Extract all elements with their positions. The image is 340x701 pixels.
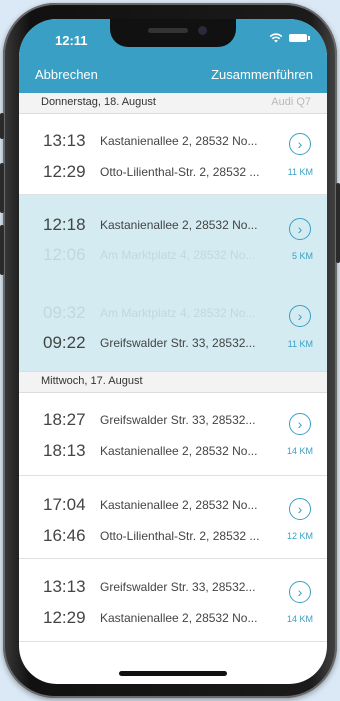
trip-end-row: 16:46 Otto-Lilienthal-Str. 2, 28532 ... [19,526,327,548]
battery-icon [289,34,310,42]
trip-card[interactable]: 17:04 Kastanienallee 2, 28532 No... 16:4… [19,476,327,559]
trip-end-address: Otto-Lilienthal-Str. 2, 28532 ... [100,165,260,179]
section-vehicle: Audi Q7 [271,96,311,108]
trip-start-address: Greifswalder Str. 33, 28532... [100,580,256,594]
trip-distance: 11 KM [287,167,313,177]
section-header-thursday: Donnerstag, 18. August Audi Q7 [19,93,327,114]
trip-end-row: 12:06 Am Marktplatz 4, 28532 No... [19,245,327,267]
trip-distance: 14 KM [286,446,313,456]
chevron-right-circle-icon[interactable]: › [289,218,311,240]
trip-start-row: 17:04 Kastanienallee 2, 28532 No... [19,495,327,517]
speaker [148,28,188,33]
cancel-button[interactable]: Abbrechen [35,67,98,82]
trip-end-address: Kastanienallee 2, 28532 No... [100,444,258,458]
trip-end-time: 18:13 [43,441,86,460]
trip-end-row: 09:22 Greifswalder Str. 33, 28532... [19,333,327,355]
chevron-right-circle-icon[interactable]: › [289,305,311,327]
screen: 12:11 Abbrechen Zusammenführen Donnersta… [19,19,327,684]
trip-distance: 14 KM [286,614,313,624]
trip-start-time: 17:04 [43,495,86,514]
trip-distance: 5 KM [291,251,313,261]
trip-card[interactable]: 12:18 Kastanienallee 2, 28532 No... 12:0… [19,195,327,283]
trip-end-address: Greifswalder Str. 33, 28532... [100,336,256,350]
trip-end-time: 16:46 [43,526,86,545]
mute-switch [0,113,4,139]
status-icons [269,33,310,43]
trip-card[interactable]: 18:27 Greifswalder Str. 33, 28532... 18:… [19,393,327,476]
trip-end-row: 12:29 Kastanienallee 2, 28532 No... [19,608,327,630]
section-date: Mittwoch, 17. August [41,375,143,387]
trip-start-time: 09:32 [43,303,86,322]
trip-start-time: 13:13 [43,577,86,596]
trip-card[interactable]: 13:13 Greifswalder Str. 33, 28532... 12:… [19,559,327,642]
home-indicator[interactable] [119,671,227,676]
trip-start-row: 13:13 Greifswalder Str. 33, 28532... [19,577,327,599]
trip-end-address: Otto-Lilienthal-Str. 2, 28532 ... [100,529,260,543]
volume-up-button [0,163,4,213]
trip-start-row: 18:27 Greifswalder Str. 33, 28532... [19,410,327,432]
volume-down-button [0,225,4,275]
section-header-wednesday: Mittwoch, 17. August [19,371,327,393]
trip-end-time: 12:29 [43,162,86,181]
trip-end-address: Kastanienallee 2, 28532 No... [100,611,258,625]
section-date: Donnerstag, 18. August [41,96,156,108]
chevron-right-circle-icon[interactable]: › [289,413,311,435]
chevron-right-circle-icon[interactable]: › [289,581,311,603]
trip-start-address: Greifswalder Str. 33, 28532... [100,413,256,427]
trip-end-time: 12:06 [43,245,86,264]
trip-card[interactable]: 13:13 Kastanienallee 2, 28532 No... 12:2… [19,114,327,195]
status-time: 12:11 [55,33,88,48]
power-button [336,183,340,263]
wifi-icon [269,33,283,43]
trip-distance: 11 KM [287,339,313,349]
trip-start-address: Kastanienallee 2, 28532 No... [100,134,258,148]
front-camera [198,26,207,35]
trip-end-time: 12:29 [43,608,86,627]
notch [110,19,236,47]
merge-button[interactable]: Zusammenführen [211,67,313,82]
phone-frame: 12:11 Abbrechen Zusammenführen Donnersta… [0,3,340,698]
trip-distance: 12 KM [286,531,313,541]
trip-start-time: 13:13 [43,131,86,150]
trip-card[interactable]: 09:32 Am Marktplatz 4, 28532 No... 09:22… [19,283,327,371]
trip-end-time: 09:22 [43,333,86,352]
trip-end-row: 18:13 Kastanienallee 2, 28532 No... [19,441,327,463]
trip-start-time: 18:27 [43,410,86,429]
trip-start-row: 09:32 Am Marktplatz 4, 28532 No... [19,303,327,325]
trip-start-address: Kastanienallee 2, 28532 No... [100,498,258,512]
trip-start-address: Am Marktplatz 4, 28532 No... [100,306,256,320]
trip-start-row: 12:18 Kastanienallee 2, 28532 No... [19,215,327,237]
trip-end-row: 12:29 Otto-Lilienthal-Str. 2, 28532 ... [19,162,327,184]
trip-start-row: 13:13 Kastanienallee 2, 28532 No... [19,131,327,153]
trip-start-time: 12:18 [43,215,86,234]
chevron-right-circle-icon[interactable]: › [289,498,311,520]
trip-start-address: Kastanienallee 2, 28532 No... [100,218,258,232]
trip-end-address: Am Marktplatz 4, 28532 No... [100,248,256,262]
chevron-right-circle-icon[interactable]: › [289,133,311,155]
